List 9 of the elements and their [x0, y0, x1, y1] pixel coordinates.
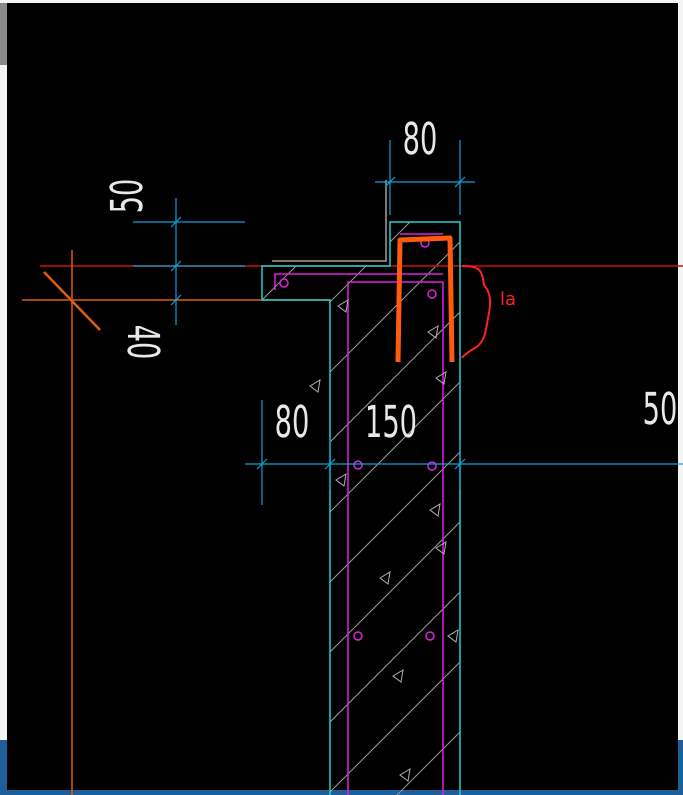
dimension-label: 50 [642, 383, 678, 435]
dimension-label: 40 [117, 324, 169, 360]
side-panel [0, 3, 7, 65]
dimension-label: 150 [364, 396, 418, 448]
break-mark [43, 271, 101, 331]
dimension-label: 80 [402, 113, 438, 165]
dimension-label: 80 [274, 396, 310, 448]
annotation-label: la [500, 289, 516, 310]
dimension-label: 50 [101, 178, 153, 214]
